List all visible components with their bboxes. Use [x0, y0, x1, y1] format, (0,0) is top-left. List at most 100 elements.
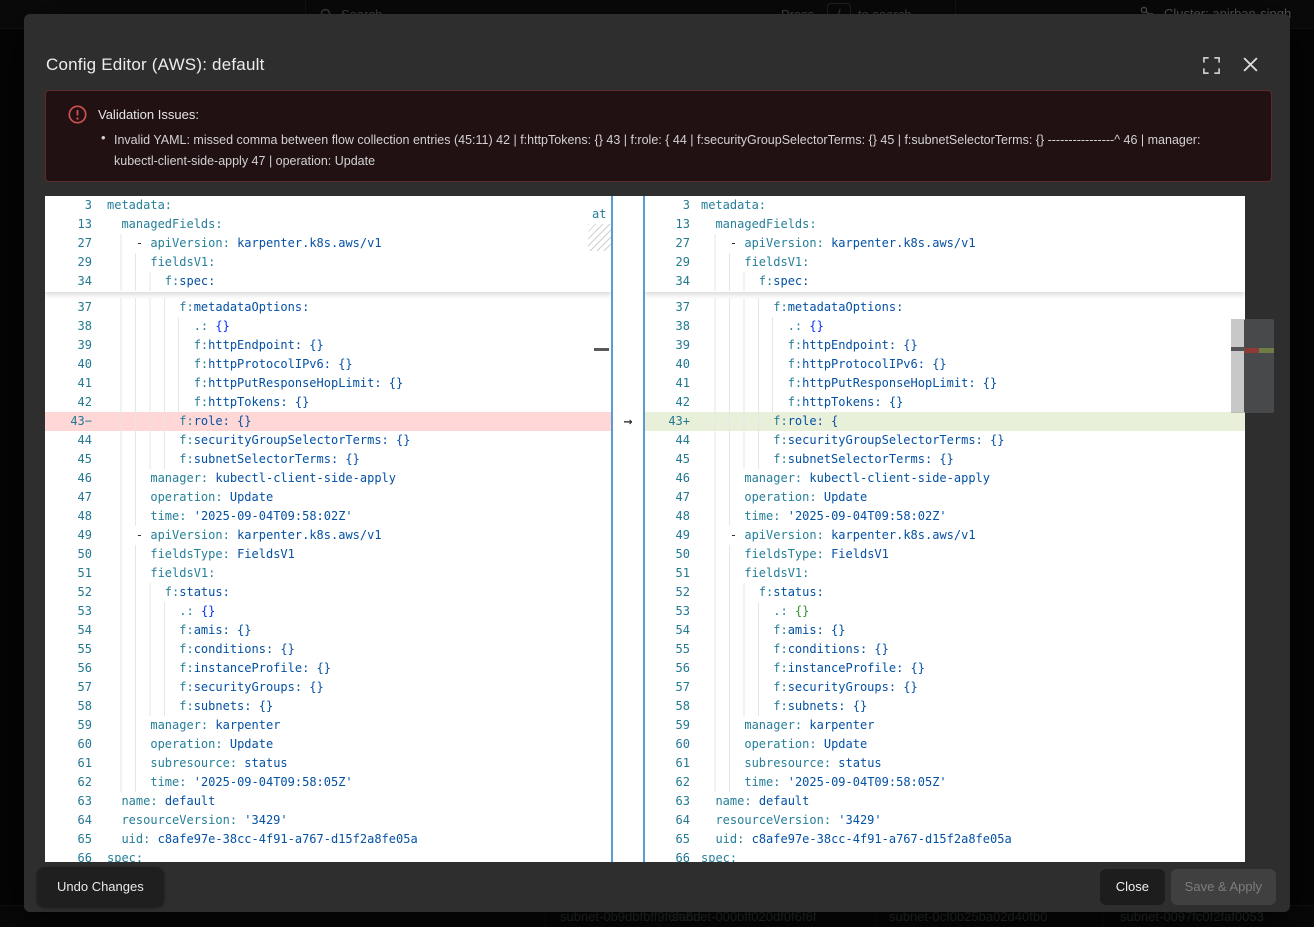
line-number: 13	[645, 215, 690, 234]
code-content[interactable]: 37 f:metadataOptions:38 .: {}39 f:httpEn…	[45, 292, 611, 862]
sticky-line: 27 - apiVersion: karpenter.k8s.aws/v1	[45, 234, 611, 253]
gutter-gap	[690, 507, 701, 526]
code-line: 44 f:securityGroupSelectorTerms: {}	[45, 431, 611, 450]
line-number: 56	[645, 659, 690, 678]
code-line: 66spec:	[645, 849, 1245, 862]
dialog-title: Config Editor (AWS): default	[46, 55, 265, 75]
gutter-gap	[690, 469, 701, 488]
close-dialog-button[interactable]: Close	[1100, 869, 1165, 905]
code-text: operation: Update	[701, 735, 1245, 754]
validation-title: Validation Issues:	[98, 107, 199, 122]
line-number: 44	[645, 431, 690, 450]
line-number: 66	[45, 849, 92, 862]
modal-scrollbar-thumb[interactable]	[1244, 319, 1274, 413]
gutter-gap	[92, 374, 107, 393]
diff-original-pane[interactable]: 3metadata:13 managedFields:27 - apiVersi…	[45, 196, 611, 862]
right-scrollbar-slider[interactable]	[1231, 319, 1244, 413]
code-text: f:spec:	[701, 272, 1245, 291]
line-number: 49	[45, 526, 92, 545]
diff-hatch-artifact	[588, 224, 611, 251]
line-number: 46	[645, 469, 690, 488]
line-number: 34	[645, 272, 690, 291]
gutter-gap	[92, 735, 107, 754]
code-text: fieldsType: FieldsV1	[701, 545, 1245, 564]
gutter-gap	[92, 792, 107, 811]
line-number: 62	[45, 773, 92, 792]
code-text: f:subnetSelectorTerms: {}	[107, 450, 611, 469]
sticky-line: 34 f:spec:	[45, 272, 611, 291]
code-text: f:httpPutResponseHopLimit: {}	[701, 374, 1245, 393]
line-number: 61	[645, 754, 690, 773]
code-text: - apiVersion: karpenter.k8s.aws/v1	[107, 234, 611, 253]
line-number: 50	[645, 545, 690, 564]
line-number: 59	[45, 716, 92, 735]
line-number: 38	[45, 317, 92, 336]
code-text: .: {}	[701, 317, 1245, 336]
line-number: 58	[645, 697, 690, 716]
code-text: spec:	[107, 849, 611, 862]
gutter-gap	[690, 272, 701, 291]
code-line: 50 fieldsType: FieldsV1	[645, 545, 1245, 564]
gutter-gap	[690, 393, 701, 412]
line-number: 42	[45, 393, 92, 412]
line-number: 34	[45, 272, 92, 291]
sticky-scroll-header: 3metadata:13 managedFields:27 - apiVersi…	[645, 196, 1245, 292]
gutter-gap	[690, 355, 701, 374]
sticky-line: 34 f:spec:	[645, 272, 1245, 291]
config-editor-dialog: Config Editor (AWS): default Validation …	[24, 14, 1290, 912]
line-number: 64	[645, 811, 690, 830]
gutter-gap	[92, 355, 107, 374]
code-content[interactable]: 37 f:metadataOptions:38 .: {}39 f:httpEn…	[645, 292, 1245, 862]
line-number: 55	[645, 640, 690, 659]
code-text: manager: kubectl-client-side-apply	[107, 469, 611, 488]
code-text: - apiVersion: karpenter.k8s.aws/v1	[107, 526, 611, 545]
code-line: 56 f:instanceProfile: {}	[645, 659, 1245, 678]
code-line: 41 f:httpPutResponseHopLimit: {}	[45, 374, 611, 393]
code-line: 65 uid: c8afe97e-38cc-4f91-a767-d15f2a8f…	[645, 830, 1245, 849]
code-text: subresource: status	[107, 754, 611, 773]
gutter-gap	[690, 621, 701, 640]
code-text: fieldsV1:	[107, 564, 611, 583]
code-text: operation: Update	[107, 735, 611, 754]
fullscreen-button[interactable]	[1202, 56, 1224, 78]
code-text: f:role: {}	[107, 412, 611, 431]
code-text: name: default	[701, 792, 1245, 811]
code-text: manager: karpenter	[107, 716, 611, 735]
diff-modified-pane[interactable]: 3metadata:13 managedFields:27 - apiVersi…	[645, 196, 1245, 862]
gutter-gap	[92, 196, 107, 215]
overview-inserted-mark	[1259, 348, 1274, 353]
gutter-gap	[92, 602, 107, 621]
gutter-gap	[690, 234, 701, 253]
line-number: 27	[645, 234, 690, 253]
save-apply-button[interactable]: Save & Apply	[1171, 869, 1276, 905]
line-number: 48	[45, 507, 92, 526]
gutter-gap	[92, 545, 107, 564]
line-number: 13	[45, 215, 92, 234]
gutter-gap	[92, 272, 107, 291]
gutter-gap	[92, 583, 107, 602]
code-text: time: '2025-09-04T09:58:02Z'	[701, 507, 1245, 526]
right-overview-cursor-mark	[1231, 347, 1245, 351]
line-number: 27	[45, 234, 92, 253]
gutter-gap	[690, 849, 701, 862]
code-text: - apiVersion: karpenter.k8s.aws/v1	[701, 234, 1245, 253]
code-line: 64 resourceVersion: '3429'	[645, 811, 1245, 830]
gutter-gap	[92, 336, 107, 355]
undo-changes-button[interactable]: Undo Changes	[37, 867, 164, 907]
code-line: 60 operation: Update	[45, 735, 611, 754]
gutter-gap	[690, 602, 701, 621]
code-text: f:role: {	[701, 412, 1245, 431]
code-line: 51 fieldsV1:	[45, 564, 611, 583]
code-text: f:amis: {}	[701, 621, 1245, 640]
code-text: name: default	[107, 792, 611, 811]
code-text: time: '2025-09-04T09:58:05Z'	[107, 773, 611, 792]
revert-change-arrow[interactable]: →	[613, 412, 643, 431]
code-line: 53 .: {}	[645, 602, 1245, 621]
code-line: 55 f:conditions: {}	[45, 640, 611, 659]
gutter-gap	[690, 830, 701, 849]
code-line: 61 subresource: status	[45, 754, 611, 773]
close-button[interactable]	[1242, 56, 1264, 78]
gutter-gap	[690, 545, 701, 564]
gutter-gap	[690, 697, 701, 716]
code-text: f:securityGroupSelectorTerms: {}	[701, 431, 1245, 450]
